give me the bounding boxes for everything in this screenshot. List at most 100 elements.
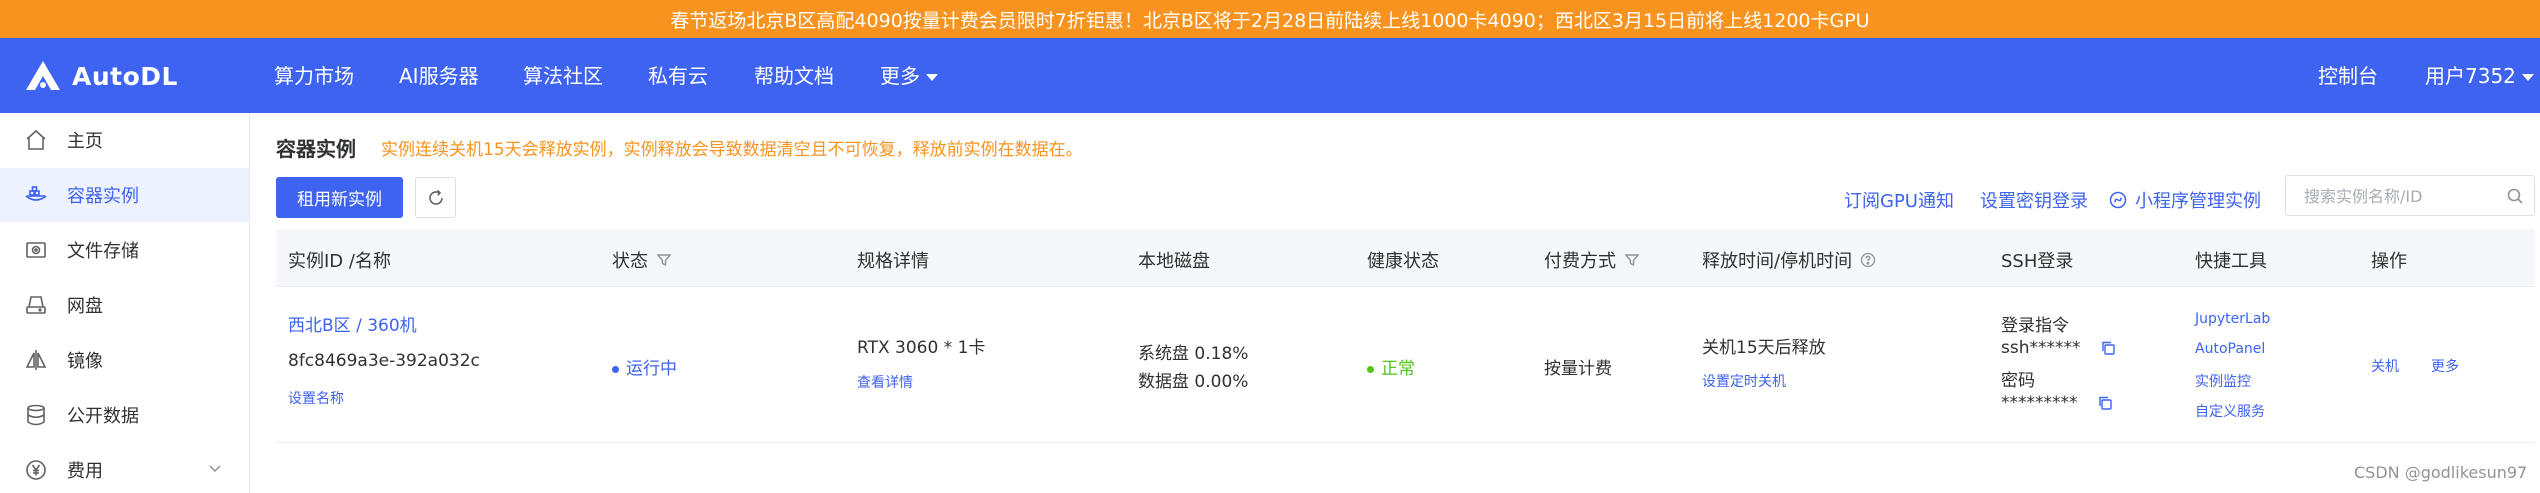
search-box[interactable]	[2285, 175, 2535, 216]
release-time: 关机15天后释放	[1702, 338, 1826, 358]
ssh-command: ssh******	[2001, 338, 2116, 358]
storage-icon	[24, 238, 48, 262]
tool-autopanel-link[interactable]: AutoPanel	[2195, 341, 2265, 357]
instance-id: 8fc8469a3e-392a032c	[288, 351, 480, 371]
sidebar-item-file-storage[interactable]: 文件存储	[0, 223, 249, 277]
ssh-command-label: 登录指令	[2001, 316, 2069, 336]
password: *********	[2001, 393, 2113, 413]
promo-banner[interactable]: 春节返场北京B区高配4090按量计费会员限时7折钜惠！北京B区将于2月28日前陆…	[0, 0, 2540, 38]
header-id-name: 实例ID /名称	[288, 251, 391, 272]
shutdown-button[interactable]: 关机	[2371, 356, 2399, 376]
sidebar-item-netdisk[interactable]: 网盘	[0, 278, 249, 332]
rent-new-instance-button[interactable]: 租用新实例	[276, 177, 403, 218]
search-input[interactable]	[2304, 184, 2499, 208]
instance-region-name-link[interactable]: 西北B区 / 360机	[288, 311, 417, 336]
copy-icon[interactable]	[2097, 395, 2113, 411]
header-health: 健康状态	[1367, 251, 1439, 272]
copy-icon[interactable]	[2100, 340, 2116, 356]
nav-item-compute-market[interactable]: 算力市场	[274, 62, 354, 90]
spec-gpu: RTX 3060 * 1卡	[857, 338, 986, 358]
sidebar-item-image[interactable]: 镜像	[0, 333, 249, 387]
caret-down-icon	[926, 74, 938, 81]
sidebar-item-label: 费用	[67, 461, 103, 482]
health-text: 正常	[1381, 359, 1415, 379]
header-release: 释放时间/停机时间	[1702, 247, 1876, 273]
password-label: 密码	[2001, 371, 2035, 391]
search-icon[interactable]	[2506, 187, 2524, 205]
help-icon[interactable]	[1860, 252, 1876, 268]
release-warning: 实例连续关机15天会释放实例，实例释放会导致数据清空且不可恢复，释放前实例在数据…	[381, 140, 1083, 160]
nav-item-more[interactable]: 更多	[880, 62, 938, 90]
status-text: 运行中	[626, 359, 677, 379]
health-badge: 正常	[1367, 354, 1415, 379]
watermark: CSDN @godlikesun97	[2354, 463, 2528, 482]
table-row: 西北B区 / 360机 8fc8469a3e-392a032c 设置名称 运行中…	[276, 287, 2535, 443]
data-disk-usage: 数据盘 0.00%	[1138, 372, 1249, 392]
set-name-link[interactable]: 设置名称	[288, 388, 344, 408]
header-ssh: SSH登录	[2001, 251, 2074, 272]
header-release-label: 释放时间/停机时间	[1702, 251, 1853, 272]
filter-icon[interactable]	[656, 252, 672, 268]
set-key-login-link[interactable]: 设置密钥登录	[1980, 187, 2088, 213]
status-badge: 运行中	[612, 354, 677, 379]
mini-program-icon	[2109, 191, 2127, 209]
brand-name: AutoDL	[72, 61, 178, 91]
sidebar-item-billing[interactable]: 费用	[0, 443, 249, 493]
sidebar-item-label: 镜像	[67, 351, 103, 372]
header-disk: 本地磁盘	[1138, 251, 1210, 272]
nav-more-label: 更多	[880, 64, 920, 88]
status-dot	[612, 365, 619, 373]
brand-logo[interactable]: AutoDL	[24, 58, 178, 94]
sidebar-item-label: 容器实例	[67, 186, 139, 207]
password-value: *********	[2001, 393, 2078, 413]
health-dot	[1367, 365, 1374, 373]
main-content: 容器实例 实例连续关机15天会释放实例，实例释放会导致数据清空且不可恢复，释放前…	[251, 113, 2540, 493]
caret-down-icon	[2521, 74, 2534, 81]
header-status-label: 状态	[612, 251, 648, 272]
filter-icon[interactable]	[1624, 252, 1640, 268]
refresh-icon	[428, 189, 443, 205]
refresh-button[interactable]	[415, 177, 456, 218]
spec-detail-link[interactable]: 查看详情	[857, 372, 913, 392]
sidebar-item-label: 主页	[67, 131, 103, 152]
home-icon	[24, 128, 48, 152]
nav-item-algorithm-community[interactable]: 算法社区	[523, 62, 603, 90]
tool-jupyterlab-link[interactable]: JupyterLab	[2195, 311, 2270, 327]
nav-item-help-docs[interactable]: 帮助文档	[754, 62, 834, 90]
billing-type: 按量计费	[1544, 359, 1612, 379]
timed-shutdown-link[interactable]: 设置定时关机	[1702, 371, 1786, 391]
table-header: 实例ID /名称 状态 规格详情 本地磁盘 健康状态 付费方式 释放时间/停机时…	[276, 229, 2535, 287]
mini-program-label: 小程序管理实例	[2135, 191, 2261, 212]
tool-instance-monitor-link[interactable]: 实例监控	[2195, 371, 2251, 391]
sidebar-item-home[interactable]: 主页	[0, 113, 249, 167]
nav-item-private-cloud[interactable]: 私有云	[648, 62, 708, 90]
sidebar-item-container-instance[interactable]: 容器实例	[0, 168, 249, 222]
user-name: 用户7352	[2425, 64, 2516, 88]
yen-icon	[24, 458, 48, 482]
nav-item-ai-server[interactable]: AI服务器	[399, 62, 479, 90]
container-icon	[24, 183, 48, 207]
user-menu[interactable]: 用户7352	[2425, 62, 2534, 90]
chevron-down-icon	[208, 460, 222, 480]
tool-custom-service-link[interactable]: 自定义服务	[2195, 401, 2265, 421]
page-title: 容器实例	[276, 137, 356, 161]
header-actions: 操作	[2371, 251, 2407, 272]
nav-console[interactable]: 控制台	[2318, 62, 2378, 90]
header-billing[interactable]: 付费方式	[1544, 247, 1640, 273]
header-spec: 规格详情	[857, 251, 929, 272]
promo-banner-text: 春节返场北京B区高配4090按量计费会员限时7折钜惠！北京B区将于2月28日前陆…	[670, 9, 1870, 32]
sidebar-item-label: 网盘	[67, 296, 103, 317]
subscribe-gpu-link[interactable]: 订阅GPU通知	[1844, 187, 1954, 213]
sidebar-item-public-data[interactable]: 公开数据	[0, 388, 249, 442]
header-status[interactable]: 状态	[612, 247, 672, 273]
more-actions-button[interactable]: 更多	[2431, 356, 2459, 376]
sidebar-item-label: 文件存储	[67, 241, 139, 262]
ssh-command-value: ssh******	[2001, 338, 2081, 358]
image-icon	[24, 348, 48, 372]
top-navbar: AutoDL 算力市场 AI服务器 算法社区 私有云 帮助文档 更多 控制台 用…	[0, 38, 2540, 113]
header-tools: 快捷工具	[2195, 251, 2267, 272]
system-disk-usage: 系统盘 0.18%	[1138, 344, 1249, 364]
header-billing-label: 付费方式	[1544, 251, 1616, 272]
autodl-logo-icon	[26, 61, 60, 90]
mini-program-link[interactable]: 小程序管理实例	[2109, 187, 2261, 213]
